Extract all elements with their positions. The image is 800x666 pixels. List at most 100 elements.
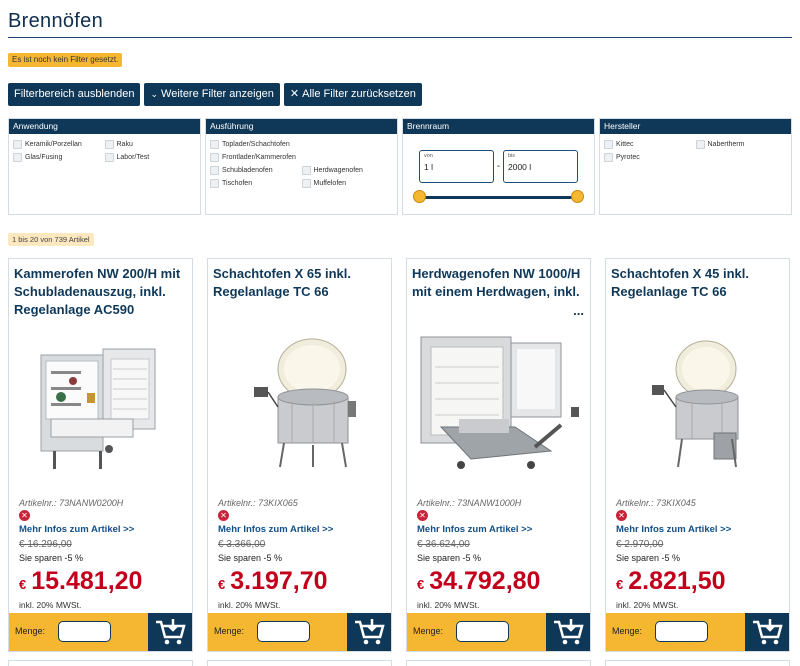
product-card-partial	[207, 660, 392, 666]
filter-header-hersteller: Hersteller	[600, 119, 791, 134]
product-image[interactable]	[212, 327, 389, 487]
checkbox[interactable]	[210, 166, 219, 175]
filter-option-muffelofen[interactable]: Muffelofen	[301, 179, 394, 188]
quantity-label: Menge:	[413, 626, 444, 636]
add-to-cart-button[interactable]	[546, 613, 590, 651]
vat-note: inkl. 20% MWSt.	[19, 600, 82, 610]
product-card: Schachtofen X 65 inkl. Regelanlage TC 66…	[207, 258, 392, 652]
checkbox[interactable]	[13, 153, 22, 162]
filter-box-anwendung: Anwendung Keramik/Porzellan Raku Glas/Fu…	[8, 118, 201, 215]
currency-symbol: €	[616, 577, 624, 592]
quantity-bar: Menge:	[407, 613, 590, 651]
savings-text: Sie sparen -5 %	[19, 553, 84, 563]
hide-filters-button[interactable]: Filterbereich ausblenden	[8, 83, 141, 106]
filter-option-pyrotec[interactable]: Pyrotec	[604, 153, 696, 162]
quantity-label: Menge:	[612, 626, 643, 636]
filter-button-row: Filterbereich ausblenden ⌄ Weitere Filter…	[8, 83, 422, 106]
range-slider-track[interactable]	[420, 196, 577, 199]
more-info-link[interactable]: Mehr Infos zum Artikel >>	[616, 524, 731, 535]
add-to-cart-button[interactable]	[148, 613, 192, 651]
quantity-bar: Menge:	[208, 613, 391, 651]
filter-option-herdwagenofen[interactable]: Herdwagenofen	[301, 166, 394, 175]
savings-text: Sie sparen -5 %	[417, 553, 482, 563]
filter-option-kittec[interactable]: Kittec	[604, 140, 696, 149]
range-from-field[interactable]: von 1 l	[419, 150, 494, 183]
cart-icon	[156, 619, 186, 645]
quantity-input[interactable]	[655, 621, 708, 642]
more-info-link[interactable]: Mehr Infos zum Artikel >>	[19, 524, 134, 535]
add-to-cart-button[interactable]	[347, 613, 391, 651]
filter-box-hersteller: Hersteller Kittec Nabertherm Pyrotec	[599, 118, 792, 215]
filter-options: Keramik/Porzellan Raku Glas/Fusing Labor…	[9, 134, 200, 162]
quantity-label: Menge:	[214, 626, 245, 636]
filter-option-labor[interactable]: Labor/Test	[104, 153, 197, 162]
quantity-input[interactable]	[456, 621, 509, 642]
article-number: Artikelnr.: 73KIX045	[616, 498, 696, 508]
unavailable-icon: ✕	[19, 510, 30, 521]
checkbox[interactable]	[104, 140, 114, 149]
old-price: € 36.624,00	[417, 539, 470, 550]
quantity-input[interactable]	[257, 621, 310, 642]
checkbox[interactable]	[604, 140, 613, 149]
filter-option-nabertherm[interactable]: Nabertherm	[695, 140, 788, 149]
checkbox[interactable]	[13, 140, 22, 149]
filter-header-ausfuehrung: Ausführung	[206, 119, 397, 134]
cart-icon	[355, 619, 385, 645]
add-to-cart-button[interactable]	[745, 613, 789, 651]
product-image[interactable]	[610, 327, 787, 487]
filter-option-raku[interactable]: Raku	[104, 140, 197, 149]
currency-symbol: €	[218, 577, 226, 592]
quantity-bar: Menge:	[606, 613, 789, 651]
currency-symbol: €	[417, 577, 425, 592]
range-slider-min-handle[interactable]	[413, 190, 426, 203]
cart-icon	[554, 619, 584, 645]
checkbox[interactable]	[604, 153, 613, 162]
product-card-partial	[8, 660, 193, 666]
filter-option-keramik[interactable]: Keramik/Porzellan	[13, 140, 105, 149]
filter-option-glas[interactable]: Glas/Fusing	[13, 153, 105, 162]
article-number: Artikelnr.: 73KIX065	[218, 498, 298, 508]
checkbox[interactable]	[301, 179, 311, 188]
range-slider-max-handle[interactable]	[571, 190, 584, 203]
filter-box-brennraum: Brennraum von 1 l - bis 2000 l	[402, 118, 595, 215]
product-title[interactable]: Schachtofen X 45 inkl. Regelanlage TC 66	[611, 265, 784, 301]
price-value: 3.197,70	[230, 567, 328, 595]
range-fields: von 1 l - bis 2000 l	[419, 150, 578, 183]
more-info-link[interactable]: Mehr Infos zum Artikel >>	[417, 524, 532, 535]
product-title[interactable]: Herdwagenofen NW 1000/H mit einem Herdwa…	[412, 265, 585, 301]
product-title[interactable]: Schachtofen X 65 inkl. Regelanlage TC 66	[213, 265, 386, 301]
old-price: € 2.970,00	[616, 539, 664, 550]
checkbox[interactable]	[695, 140, 705, 149]
title-divider	[8, 37, 792, 38]
product-card: Herdwagenofen NW 1000/H mit einem Herdwa…	[406, 258, 591, 652]
quantity-input[interactable]	[58, 621, 111, 642]
product-title[interactable]: Kammerofen NW 200/H mit Schubladenauszug…	[14, 265, 187, 319]
product-card: Schachtofen X 45 inkl. Regelanlage TC 66…	[605, 258, 790, 652]
filter-option-tischofen[interactable]: Tischofen	[210, 179, 302, 188]
filter-option-frontlader[interactable]: Frontlader/Kammerofen	[210, 153, 302, 162]
reset-filters-button[interactable]: ✕ Alle Filter zurücksetzen	[283, 83, 422, 106]
quantity-label: Menge:	[15, 626, 46, 636]
quantity-bar: Menge:	[9, 613, 192, 651]
article-number: Artikelnr.: 73NANW0200H	[19, 498, 124, 508]
checkbox[interactable]	[301, 166, 311, 175]
filter-status-notice: Es ist noch kein Filter gesetzt.	[8, 53, 123, 67]
product-card: Kammerofen NW 200/H mit Schubladenauszug…	[8, 258, 193, 652]
product-image[interactable]	[411, 327, 588, 487]
page-title: Brennöfen	[8, 10, 103, 32]
filter-option-schubladenofen[interactable]: Schubladenofen	[210, 166, 302, 175]
more-info-link[interactable]: Mehr Infos zum Artikel >>	[218, 524, 333, 535]
close-icon: ✕	[289, 88, 300, 100]
price: €15.481,20	[19, 567, 142, 596]
product-title-more[interactable]: ...	[573, 303, 584, 318]
product-grid: Kammerofen NW 200/H mit Schubladenauszug…	[8, 258, 792, 652]
price: €2.821,50	[616, 567, 726, 596]
more-filters-button[interactable]: ⌄ Weitere Filter anzeigen	[144, 83, 280, 106]
range-to-field[interactable]: bis 2000 l	[503, 150, 578, 183]
checkbox[interactable]	[210, 153, 219, 162]
filter-option-toplader[interactable]: Toplader/Schachtofen	[210, 140, 302, 149]
checkbox[interactable]	[104, 153, 114, 162]
product-image[interactable]	[13, 327, 190, 487]
checkbox[interactable]	[210, 140, 219, 149]
checkbox[interactable]	[210, 179, 219, 188]
